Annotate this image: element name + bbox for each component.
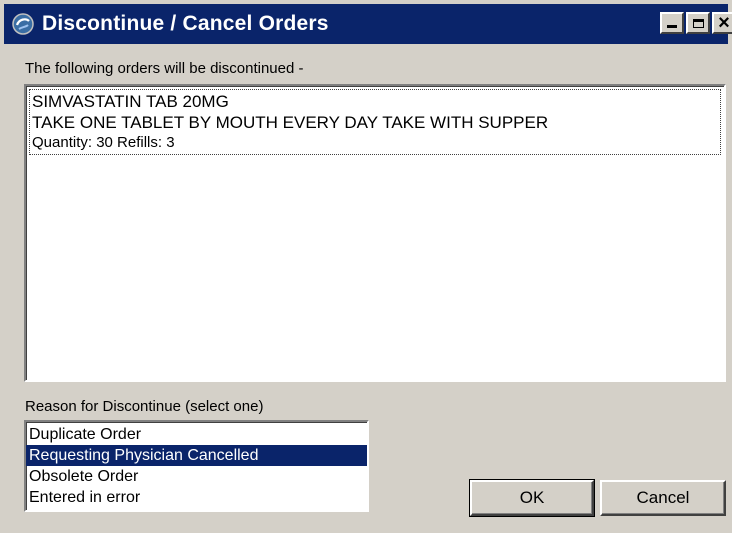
reason-option-duplicate-order[interactable]: Duplicate Order — [26, 424, 367, 445]
window-controls: × — [660, 12, 732, 34]
maximize-button[interactable] — [686, 12, 710, 34]
close-icon: × — [718, 12, 730, 34]
minimize-button[interactable] — [660, 12, 684, 34]
discontinue-dialog: Discontinue / Cancel Orders × The follow… — [0, 0, 732, 533]
reason-option-entered-in-error[interactable]: Entered in error — [26, 487, 367, 508]
ok-button[interactable]: OK — [469, 479, 595, 517]
order-drug-name: SIMVASTATIN TAB 20MG — [32, 92, 229, 111]
title-bar[interactable]: Discontinue / Cancel Orders × — [4, 4, 732, 44]
close-button[interactable]: × — [712, 12, 732, 34]
cancel-button[interactable]: Cancel — [600, 480, 726, 516]
order-item[interactable]: SIMVASTATIN TAB 20MG TAKE ONE TABLET BY … — [29, 89, 721, 155]
window-title: Discontinue / Cancel Orders — [42, 12, 329, 35]
order-sig: TAKE ONE TABLET BY MOUTH EVERY DAY TAKE … — [32, 113, 549, 132]
minimize-icon — [667, 25, 677, 28]
reason-label: Reason for Discontinue (select one) — [25, 398, 264, 415]
app-icon — [10, 11, 36, 37]
order-quantity-refills: Quantity: 30 Refills: 3 — [32, 134, 175, 151]
maximize-icon — [692, 18, 704, 28]
orders-label: The following orders will be discontinue… — [25, 60, 304, 77]
reason-option-obsolete-order[interactable]: Obsolete Order — [26, 466, 367, 487]
reason-listbox[interactable]: Duplicate Order Requesting Physician Can… — [24, 420, 369, 512]
orders-list[interactable]: SIMVASTATIN TAB 20MG TAKE ONE TABLET BY … — [24, 84, 726, 382]
reason-option-requesting-physician-cancelled[interactable]: Requesting Physician Cancelled — [26, 445, 367, 466]
